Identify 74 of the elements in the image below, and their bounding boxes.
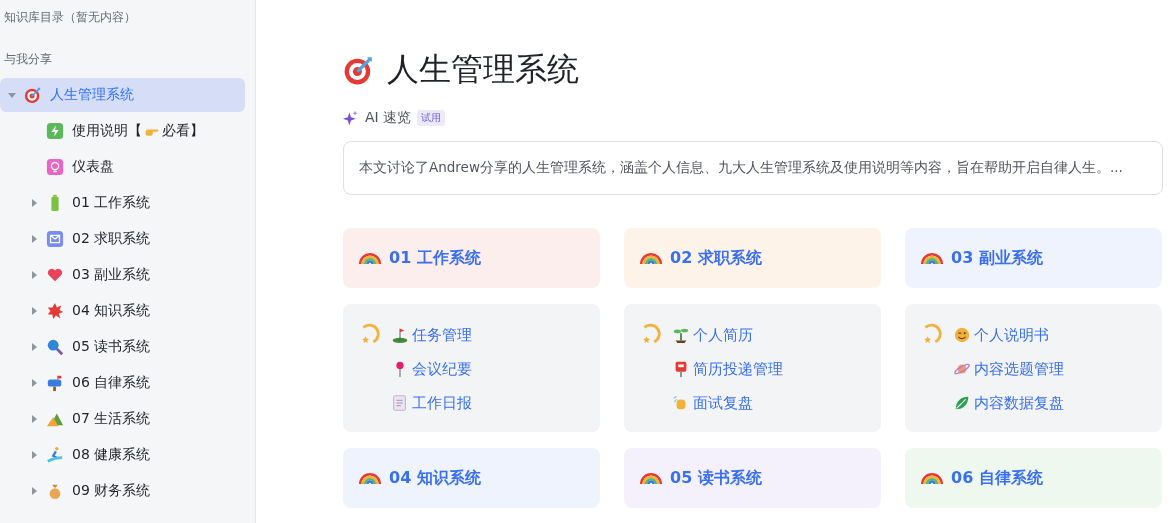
card-title: 02 求职系统 [670, 247, 762, 269]
tree-item[interactable]: 03 副业系统 [0, 258, 245, 292]
tree-item[interactable]: 使用说明【 必看】 [0, 114, 245, 148]
card-title: 06 自律系统 [951, 467, 1043, 489]
ai-summary-label[interactable]: AI 速览 [365, 109, 412, 127]
rainbow-icon [640, 472, 662, 484]
card-title: 01 工作系统 [389, 247, 481, 269]
magnifier-icon [46, 338, 64, 356]
page-link[interactable]: 个人简历 [672, 324, 783, 346]
tree-item[interactable]: 01 工作系统 [0, 186, 245, 220]
dizzy-star-icon [359, 322, 381, 344]
tree-item[interactable]: 09 财务系统 [0, 474, 245, 508]
tree-item[interactable]: 02 求职系统 [0, 222, 245, 256]
caret-icon[interactable] [30, 199, 38, 207]
mailbox-icon [46, 374, 64, 392]
page-link[interactable]: 工作日报 [391, 392, 472, 414]
target-icon [343, 54, 375, 86]
envelope-icon [46, 230, 64, 248]
page-link[interactable]: 会议纪要 [391, 358, 472, 380]
summary-box: 本文讨论了Andrew分享的人生管理系统，涵盖个人信息、九大人生管理系统及使用说明等内容，旨在帮助开启自律人生。... [343, 141, 1163, 195]
winking-face-icon [953, 326, 971, 344]
sprout-icon [672, 326, 690, 344]
heart-icon [46, 266, 64, 284]
sparkle-icon [343, 110, 359, 126]
caret-icon[interactable] [8, 91, 16, 99]
rainbow-icon [921, 472, 943, 484]
bulb-icon [46, 158, 64, 176]
page-link[interactable]: 个人说明书 [953, 324, 1064, 346]
tree-item[interactable]: 07 生活系统 [0, 402, 245, 436]
tree-item[interactable]: 08 健康系统 [0, 438, 245, 472]
lightning-icon [46, 122, 64, 140]
caret-icon[interactable] [30, 343, 38, 351]
section-heading: 与我分享 [3, 51, 53, 68]
rainbow-icon [359, 252, 381, 264]
caret-icon[interactable] [30, 379, 38, 387]
section-card[interactable]: 01 工作系统 [343, 228, 600, 288]
tree-item[interactable]: 04 知识系统 [0, 294, 245, 328]
rainbow-icon [359, 472, 381, 484]
burst-icon [46, 302, 64, 320]
section-card[interactable]: 04 知识系统 [343, 448, 600, 508]
target-icon [24, 86, 42, 104]
page-link[interactable]: 面试复盘 [672, 392, 783, 414]
dizzy-star-icon [921, 322, 943, 344]
caret-icon[interactable] [30, 487, 38, 495]
section-card[interactable]: 02 求职系统 [624, 228, 881, 288]
card-title: 04 知识系统 [389, 467, 481, 489]
rainbow-icon [640, 252, 662, 264]
caret-icon[interactable] [30, 451, 38, 459]
page-link[interactable]: 内容数据复盘 [953, 392, 1064, 414]
golf-flag-icon [391, 326, 409, 344]
caret-icon[interactable] [30, 415, 38, 423]
caret-icon[interactable] [30, 271, 38, 279]
section-heading: 知识库目录（暂无内容） [3, 9, 137, 26]
tree-item[interactable]: 仪表盘 [0, 150, 245, 184]
surfer-icon [46, 446, 64, 464]
section-card[interactable]: 03 副业系统 [905, 228, 1162, 288]
card-title: 05 读书系统 [670, 467, 762, 489]
tree-item[interactable]: 05 读书系统 [0, 330, 245, 364]
page-link[interactable]: 任务管理 [391, 324, 472, 346]
tree-item[interactable]: 人生管理系统 [0, 78, 245, 112]
section-card[interactable]: 05 读书系统 [624, 448, 881, 508]
caret-icon[interactable] [30, 307, 38, 315]
leaf-icon [953, 394, 971, 412]
tree-item[interactable]: 06 自律系统 [0, 366, 245, 400]
page-title: 人生管理系统 [387, 49, 579, 90]
page-link[interactable]: 简历投递管理 [672, 358, 783, 380]
document-icon [391, 394, 409, 412]
caret-icon[interactable] [30, 235, 38, 243]
card-title: 03 副业系统 [951, 247, 1043, 269]
dizzy-star-icon [640, 322, 662, 344]
section-card[interactable]: 06 自律系统 [905, 448, 1162, 508]
page-link[interactable]: 内容选题管理 [953, 358, 1064, 380]
rainbow-icon [921, 252, 943, 264]
trial-badge: 试用 [417, 110, 446, 126]
